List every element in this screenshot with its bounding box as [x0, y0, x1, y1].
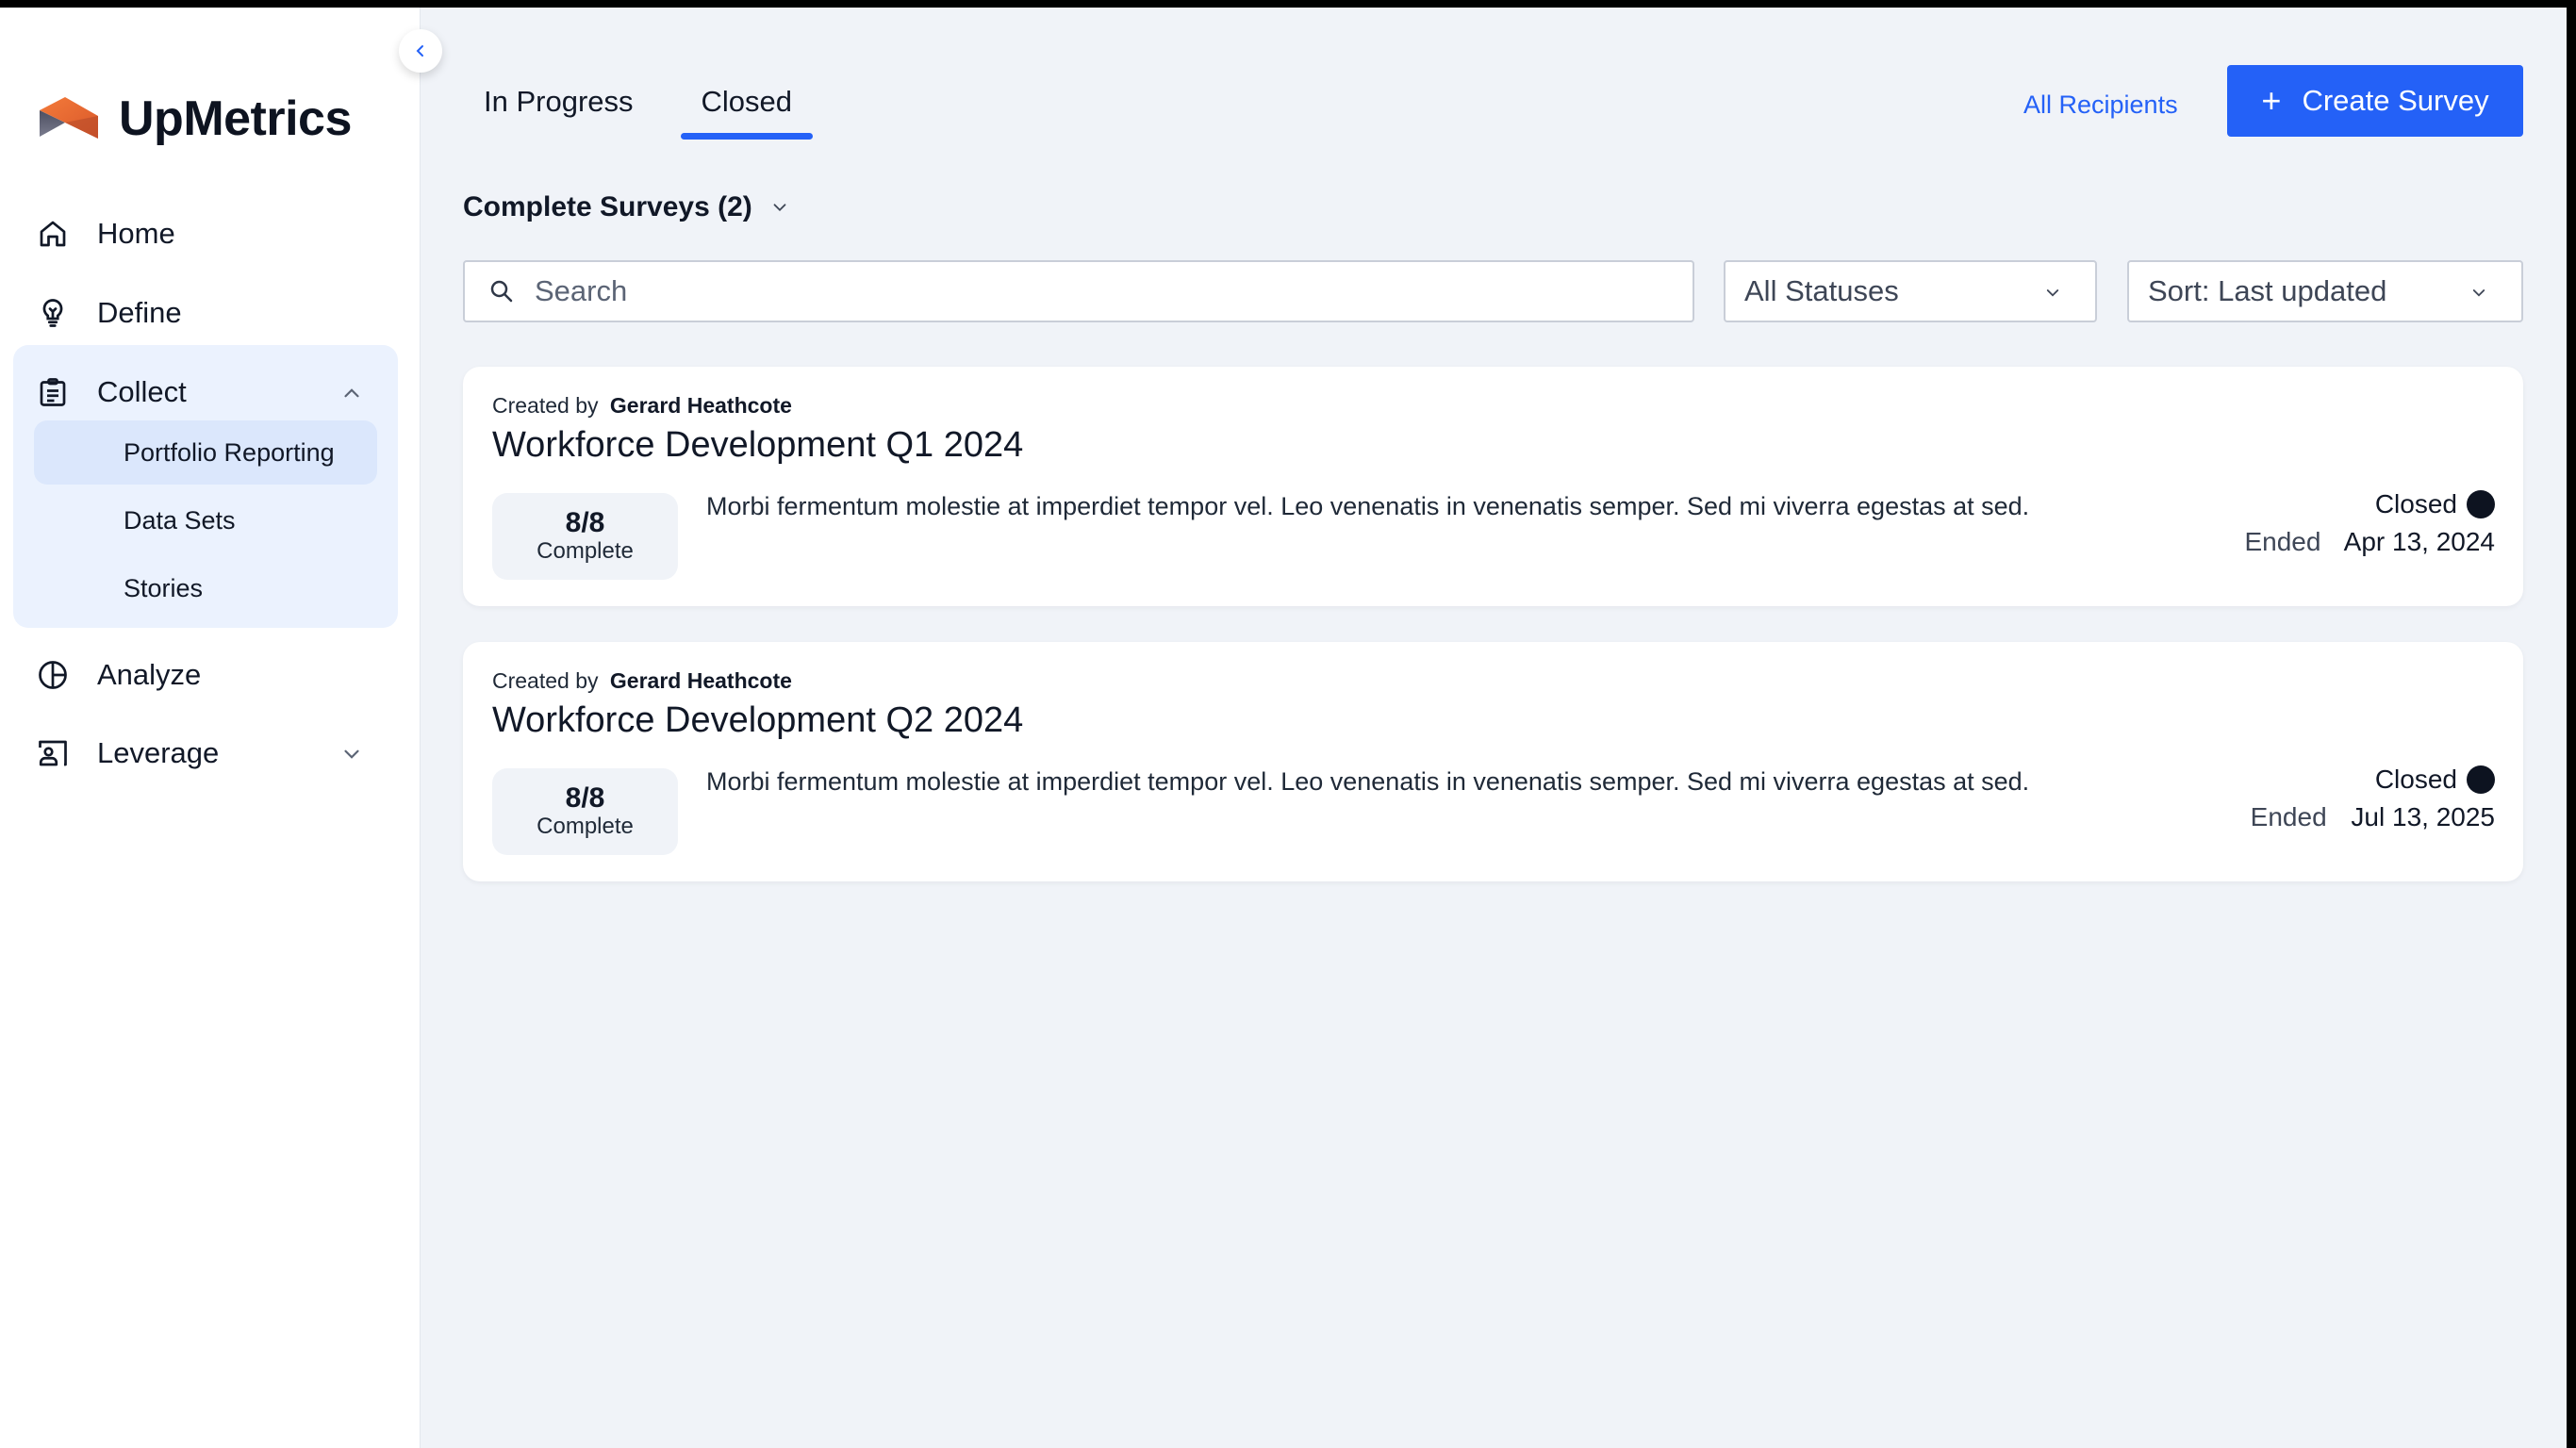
sidebar-subitem-data-sets[interactable]: Data Sets — [34, 488, 377, 552]
sidebar-item-collect[interactable]: Collect — [36, 364, 385, 420]
chevron-left-icon — [416, 45, 423, 57]
ended-date: Ended Jul 13, 2025 — [2251, 802, 2495, 832]
sidebar-item-label: Define — [97, 296, 182, 329]
status-text: Closed — [2374, 489, 2457, 518]
survey-tabs: In Progress Closed — [463, 83, 813, 140]
user-card-icon — [36, 736, 70, 770]
plus-icon: + — [2261, 81, 2282, 120]
created-by: Created by Gerard Heathcote — [492, 393, 792, 419]
completion-badge: 8/8 Complete — [492, 768, 678, 855]
app-window: UpMetrics Home Define Collect Portfolio … — [0, 8, 2567, 1448]
completion-label: Complete — [537, 814, 634, 839]
sidebar-subitem-stories[interactable]: Stories — [34, 556, 377, 620]
sort-value: Sort: Last updated — [2148, 274, 2387, 307]
chevron-down-icon — [773, 204, 786, 212]
sidebar-subitem-portfolio-reporting[interactable]: Portfolio Reporting — [34, 420, 377, 485]
search-box — [463, 260, 1694, 322]
ended-label: Ended — [2250, 802, 2327, 831]
ended-label: Ended — [2244, 527, 2321, 556]
brand-logo[interactable]: UpMetrics — [40, 90, 352, 147]
chevron-up-icon[interactable] — [339, 381, 364, 405]
collapse-sidebar-button[interactable] — [399, 29, 442, 73]
sidebar-item-label: Collect — [97, 375, 187, 408]
chevron-down-icon — [2472, 289, 2485, 297]
status-filter-value: All Statuses — [1744, 274, 1899, 307]
status-dot-icon — [2467, 490, 2495, 518]
ended-value: Apr 13, 2024 — [2343, 527, 2495, 556]
clipboard-icon — [36, 375, 70, 409]
sidebar-item-analyze[interactable]: Analyze — [36, 647, 385, 703]
sidebar: UpMetrics Home Define Collect Portfolio … — [0, 8, 421, 1448]
tab-closed[interactable]: Closed — [680, 83, 814, 140]
chevron-down-icon[interactable] — [339, 742, 364, 766]
survey-title[interactable]: Workforce Development Q2 2024 — [492, 700, 1023, 741]
survey-card[interactable]: Created by Gerard Heathcote Workforce De… — [463, 367, 2523, 606]
completion-label: Complete — [537, 538, 634, 564]
home-icon — [36, 217, 70, 251]
survey-card[interactable]: Created by Gerard Heathcote Workforce De… — [463, 642, 2523, 881]
created-by-label: Created by — [492, 393, 599, 418]
upmetrics-logo-icon — [40, 97, 98, 139]
sort-select[interactable]: Sort: Last updated — [2127, 260, 2523, 322]
create-survey-button[interactable]: + Create Survey — [2227, 65, 2523, 137]
chevron-down-icon — [2046, 289, 2059, 297]
ended-date: Ended Apr 13, 2024 — [2244, 527, 2495, 557]
sidebar-item-home[interactable]: Home — [36, 206, 385, 262]
sidebar-item-label: Leverage — [97, 736, 220, 769]
section-title: Complete Surveys (2) — [463, 191, 752, 222]
brand-name: UpMetrics — [119, 91, 352, 146]
status-filter-select[interactable]: All Statuses — [1724, 260, 2097, 322]
all-recipients-link[interactable]: All Recipients — [2023, 90, 2178, 120]
status-badge: Closed — [2375, 765, 2495, 795]
created-by-label: Created by — [492, 668, 599, 693]
created-by: Created by Gerard Heathcote — [492, 668, 792, 694]
creator-name: Gerard Heathcote — [609, 668, 792, 693]
sidebar-item-define[interactable]: Define — [36, 285, 385, 341]
survey-description: Morbi fermentum molestie at imperdiet te… — [706, 492, 2030, 520]
ended-value: Jul 13, 2025 — [2351, 802, 2495, 831]
creator-name: Gerard Heathcote — [609, 393, 792, 418]
survey-description: Morbi fermentum molestie at imperdiet te… — [706, 767, 2030, 796]
completion-count: 8/8 — [565, 782, 605, 814]
sidebar-item-leverage[interactable]: Leverage — [36, 725, 385, 782]
create-survey-label: Create Survey — [2302, 84, 2489, 117]
completion-badge: 8/8 Complete — [492, 493, 678, 580]
search-icon — [490, 280, 513, 303]
status-text: Closed — [2374, 765, 2457, 794]
survey-title[interactable]: Workforce Development Q1 2024 — [492, 425, 1023, 466]
lightbulb-icon — [36, 296, 70, 330]
pie-chart-icon — [36, 658, 70, 692]
search-input[interactable] — [535, 274, 1666, 308]
status-dot-icon — [2467, 765, 2495, 794]
sidebar-item-label: Analyze — [97, 658, 202, 691]
tab-in-progress[interactable]: In Progress — [463, 83, 654, 140]
sidebar-item-label: Home — [97, 217, 175, 250]
completion-count: 8/8 — [565, 507, 605, 538]
section-toggle[interactable]: Complete Surveys (2) — [463, 191, 790, 223]
status-badge: Closed — [2375, 489, 2495, 519]
